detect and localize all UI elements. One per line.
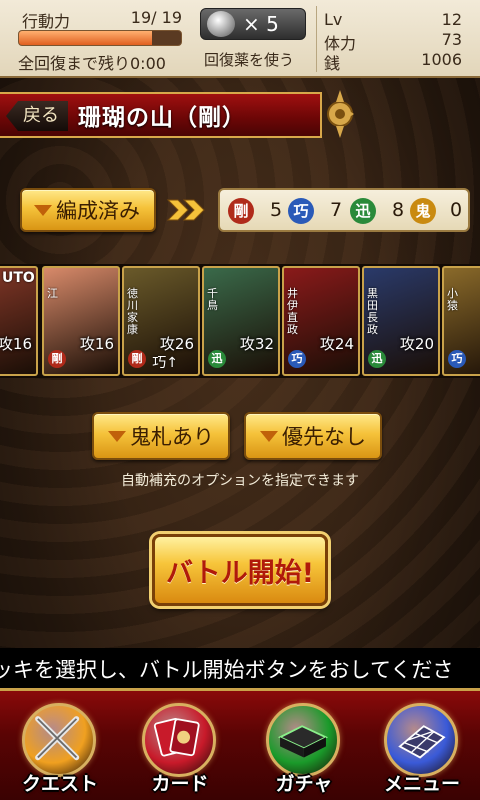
priority-option-button[interactable]: 優先なし xyxy=(244,412,382,460)
grid-menu-icon xyxy=(384,703,458,777)
card-attack: 攻16 xyxy=(79,335,114,353)
nav-cards[interactable]: カード xyxy=(128,703,232,799)
card-slot[interactable]: UTO 攻16 xyxy=(0,266,38,376)
stamina-bar-fill xyxy=(19,31,152,45)
money-label: 銭 xyxy=(324,54,341,73)
use-potion-button[interactable]: 回復薬を使う xyxy=(204,49,294,70)
attribute-oni-count: 0 xyxy=(450,199,463,221)
nav-quest-label: クエスト xyxy=(21,773,98,795)
nav-cards-label: カード xyxy=(151,773,209,795)
formation-label: 編成済み xyxy=(56,199,140,223)
attribute-summary-panel: 剛 5 巧 7 迅 8 鬼 0 xyxy=(218,188,470,232)
hp-value: 73 xyxy=(441,30,462,49)
card-attribute-icon: 迅 xyxy=(368,350,386,368)
card-attribute-icon: 剛 xyxy=(128,350,146,368)
card-name: 小猿 xyxy=(447,287,458,312)
card-slot[interactable]: 千鳥 攻32 迅 xyxy=(202,266,280,376)
card-attack: 攻24 xyxy=(319,335,354,353)
recovery-timer: 全回復まで残り0:00 xyxy=(18,54,166,73)
card-slot[interactable]: 井伊直政 攻24 巧 xyxy=(282,266,360,376)
ticker-bar: ッキを選択し、バトル開始ボタンをおしてくださ xyxy=(0,648,480,688)
crossed-swords-icon xyxy=(22,703,96,777)
card-attack: 攻16 xyxy=(0,335,32,353)
nav-menu-label: メニュー xyxy=(383,773,460,795)
double-chevron-icon xyxy=(166,199,205,221)
card-attack: 攻20 xyxy=(399,335,434,353)
card-name: 黒田長政 xyxy=(367,287,378,336)
card-attribute-icon: 剛 xyxy=(48,350,66,368)
gacha-box-icon xyxy=(266,703,340,777)
card-name: 千鳥 xyxy=(207,287,218,312)
oni-card-option-button[interactable]: 鬼札あり xyxy=(92,412,230,460)
back-button[interactable]: 戻る xyxy=(6,101,68,131)
formation-button[interactable]: 編成済み xyxy=(20,188,156,232)
stamina-bar xyxy=(18,30,182,46)
card-bonus: 巧↑ xyxy=(152,355,178,371)
bottom-nav: クエスト カード ガチャ メニュー xyxy=(0,688,480,800)
stage-title: 珊瑚の山（剛） xyxy=(78,105,246,131)
card-slot[interactable]: 江 攻16 剛 xyxy=(42,266,120,376)
card-attribute-icon: 巧 xyxy=(448,350,466,368)
card-attribute-icon: 巧 xyxy=(288,350,306,368)
deck-card-row[interactable]: UTO 攻16 江 攻16 剛 徳川家康 攻26 剛 巧↑ 千鳥 攻32 迅 井… xyxy=(0,264,480,378)
priority-option-label: 優先なし xyxy=(282,425,366,449)
card-slot[interactable]: 黒田長政 攻20 迅 xyxy=(362,266,440,376)
dropdown-arrow-icon xyxy=(260,430,278,442)
nav-menu[interactable]: メニュー xyxy=(370,703,474,799)
card-name: 井伊直政 xyxy=(287,287,298,336)
stamina-label: 行動力 xyxy=(22,12,71,31)
ornament-icon xyxy=(327,90,354,138)
card-attribute-icon: 迅 xyxy=(208,350,226,368)
attribute-ko-icon: 巧 xyxy=(288,198,314,224)
dropdown-arrow-icon xyxy=(34,204,52,216)
potion-count: × 5 xyxy=(243,12,279,36)
attribute-ko-count: 7 xyxy=(330,199,343,221)
nav-gacha-label: ガチャ xyxy=(275,773,333,795)
oni-card-option-label: 鬼札あり xyxy=(130,425,214,449)
stamina-value: 19/ 19 xyxy=(130,8,182,27)
card-attack: 攻26 xyxy=(159,335,194,353)
nav-quest[interactable]: クエスト xyxy=(8,703,112,799)
card-slot[interactable]: 徳川家康 攻26 剛 巧↑ xyxy=(122,266,200,376)
level-label: Lv xyxy=(324,10,343,29)
nav-gacha[interactable]: ガチャ xyxy=(252,703,356,799)
card-name: 江 xyxy=(47,287,58,300)
money-value: 1006 xyxy=(421,50,462,69)
dropdown-arrow-icon xyxy=(108,430,126,442)
auto-fill-hint: 自動補充のオプションを指定できます xyxy=(121,473,359,489)
attribute-jin-count: 8 xyxy=(392,199,405,221)
card-name: UTO xyxy=(2,270,35,286)
cards-icon xyxy=(142,703,216,777)
attribute-oni-icon: 鬼 xyxy=(410,198,436,224)
status-bar: 行動力 19/ 19 全回復まで残り0:00 × 5 回復薬を使う Lv 12 … xyxy=(0,0,480,78)
potion-counter[interactable]: × 5 xyxy=(200,8,306,40)
level-value: 12 xyxy=(441,10,462,29)
card-slot[interactable]: 小猿 巧 xyxy=(442,266,480,376)
potion-bomb-icon xyxy=(207,11,235,37)
status-divider xyxy=(316,6,317,72)
battle-start-button[interactable]: バトル開始! xyxy=(152,534,328,606)
ticker-text: ッキを選択し、バトル開始ボタンをおしてくださ xyxy=(0,658,454,682)
attribute-go-icon: 剛 xyxy=(228,198,254,224)
attribute-go-count: 5 xyxy=(270,199,283,221)
attribute-jin-icon: 迅 xyxy=(350,198,376,224)
card-name: 徳川家康 xyxy=(127,287,138,336)
card-attack: 攻32 xyxy=(239,335,274,353)
